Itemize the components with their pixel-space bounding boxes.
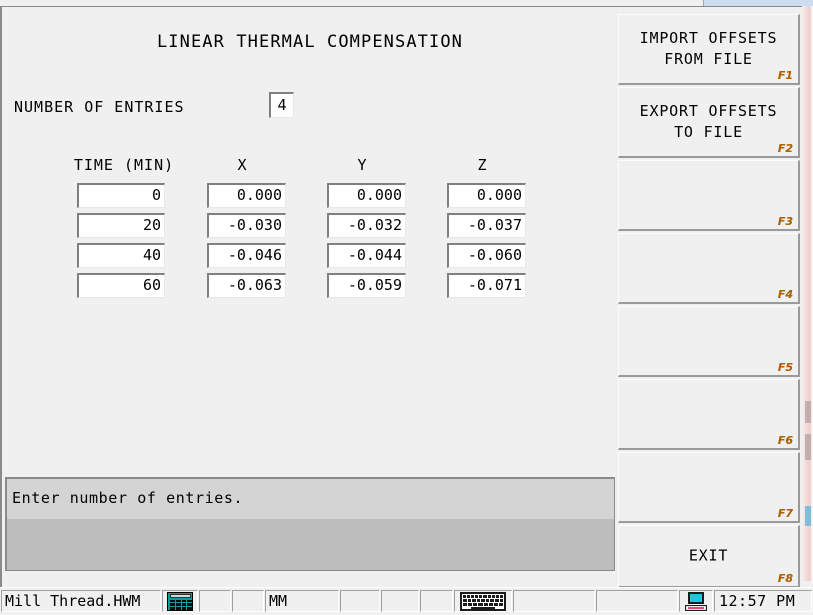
status-blank-2 — [232, 590, 264, 612]
fkey-tag-f2: F2 — [777, 142, 793, 155]
cell-z-2[interactable]: -0.060 — [447, 243, 526, 268]
page-edge-mark-3 — [805, 506, 811, 526]
app-frame: LINEAR THERMAL COMPENSATION NUMBER OF EN… — [0, 6, 813, 588]
fkey-tag-f7: F7 — [777, 507, 793, 520]
fkey-label-f1: IMPORT OFFSETS FROM FILE — [639, 29, 778, 68]
fkey-button-f4[interactable]: F4 — [618, 233, 800, 304]
fkey-tag-f5: F5 — [777, 361, 793, 374]
fkey-button-f7[interactable]: F7 — [618, 452, 800, 523]
column-header-z: Z — [477, 156, 488, 174]
cell-x-0[interactable]: 0.000 — [207, 183, 286, 208]
function-key-sidebar: IMPORT OFFSETS FROM FILE F1 EXPORT OFFSE… — [616, 14, 802, 588]
column-header-time: TIME (MIN) — [73, 156, 175, 174]
cell-z-0[interactable]: 0.000 — [447, 183, 526, 208]
thermal-offsets-table: TIME (MIN) X Y Z 0 0.000 0.000 0.000 20 … — [5, 156, 615, 306]
status-blank-4 — [381, 590, 419, 612]
message-prompt: Enter number of entries. — [5, 477, 615, 519]
status-clock: 12:57 PM — [714, 590, 812, 612]
page-edge-mark-1 — [805, 401, 811, 423]
status-calculator-cell[interactable] — [162, 590, 198, 612]
cell-z-3[interactable]: -0.071 — [447, 273, 526, 298]
fkey-button-f5[interactable]: F5 — [618, 306, 800, 377]
status-bar: Mill Thread.HWM MM 12:57 PM — [0, 587, 813, 615]
page-edge-mark-2 — [805, 434, 811, 460]
cell-time-1[interactable]: 20 — [77, 213, 165, 238]
message-secondary — [5, 519, 615, 571]
fkey-button-f2[interactable]: EXPORT OFFSETS TO FILE F2 — [618, 87, 800, 158]
status-keyboard-cell[interactable] — [454, 590, 512, 612]
page-edge-strip — [802, 6, 813, 581]
cell-time-3[interactable]: 60 — [77, 273, 165, 298]
fkey-button-f3[interactable]: F3 — [618, 160, 800, 231]
fkey-label-f8: EXIT — [688, 546, 729, 565]
status-blank-1 — [199, 590, 231, 612]
cell-x-1[interactable]: -0.030 — [207, 213, 286, 238]
status-blank-5 — [420, 590, 453, 612]
status-computer-cell[interactable] — [679, 590, 713, 612]
column-header-y: Y — [357, 156, 368, 174]
fkey-tag-f4: F4 — [777, 288, 793, 301]
status-blank-3 — [340, 590, 380, 612]
cnc-control-screen: LINEAR THERMAL COMPENSATION NUMBER OF EN… — [0, 0, 813, 615]
number-of-entries-input[interactable]: 4 — [269, 92, 294, 118]
fkey-tag-f3: F3 — [777, 215, 793, 228]
cell-x-3[interactable]: -0.063 — [207, 273, 286, 298]
page-title: LINEAR THERMAL COMPENSATION — [156, 32, 464, 52]
fkey-button-f6[interactable]: F6 — [618, 379, 800, 450]
cell-time-0[interactable]: 0 — [77, 183, 165, 208]
status-wide-1 — [513, 590, 595, 612]
status-units[interactable]: MM — [265, 590, 339, 612]
fkey-button-f1[interactable]: IMPORT OFFSETS FROM FILE F1 — [618, 14, 800, 85]
fkey-tag-f6: F6 — [777, 434, 793, 447]
fkey-button-f8[interactable]: EXIT F8 — [618, 525, 800, 588]
fkey-tag-f1: F1 — [777, 69, 793, 82]
cell-y-2[interactable]: -0.044 — [327, 243, 406, 268]
cell-z-1[interactable]: -0.037 — [447, 213, 526, 238]
fkey-tag-f8: F8 — [777, 572, 793, 585]
keyboard-icon — [460, 591, 506, 611]
number-of-entries-label: NUMBER OF ENTRIES — [14, 98, 185, 116]
cell-y-1[interactable]: -0.032 — [327, 213, 406, 238]
fkey-label-f2: EXPORT OFFSETS TO FILE — [639, 102, 778, 141]
cell-time-2[interactable]: 40 — [77, 243, 165, 268]
status-file-name[interactable]: Mill Thread.HWM — [1, 590, 161, 612]
status-wide-2 — [596, 590, 678, 612]
computer-icon — [685, 591, 707, 611]
cell-y-3[interactable]: -0.059 — [327, 273, 406, 298]
calculator-icon — [167, 591, 193, 611]
column-header-x: X — [237, 156, 248, 174]
cell-y-0[interactable]: 0.000 — [327, 183, 406, 208]
cell-x-2[interactable]: -0.046 — [207, 243, 286, 268]
